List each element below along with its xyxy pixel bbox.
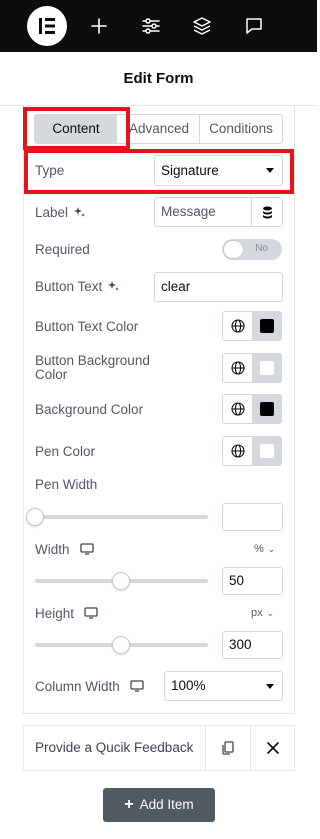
color-swatch[interactable] — [260, 361, 274, 375]
height-label-text: Height — [35, 606, 75, 621]
chevron-down-icon: ⌄ — [267, 544, 276, 554]
globe-icon — [231, 402, 245, 416]
button-text-color-label: Button Text Color — [35, 319, 139, 334]
database-icon — [263, 206, 272, 219]
highlight-box-type — [24, 149, 294, 194]
color-swatch[interactable] — [260, 402, 274, 416]
tab-advanced[interactable]: Advanced — [121, 115, 197, 143]
pen-width-slider[interactable] — [35, 515, 208, 519]
button-bg-color-label-line2: Color — [35, 367, 68, 382]
label-field-label: Label — [35, 205, 86, 220]
background-color-label: Background Color — [35, 402, 144, 417]
close-icon — [267, 742, 279, 754]
sliders-icon[interactable] — [139, 14, 163, 38]
pen-color-control[interactable] — [222, 436, 282, 466]
global-colors-button[interactable] — [223, 395, 252, 423]
width-unit-select[interactable]: % ⌄ — [254, 543, 275, 555]
color-swatch[interactable] — [260, 319, 274, 333]
duplicate-button[interactable] — [205, 726, 250, 770]
height-unit: px — [251, 607, 263, 619]
button-bg-color-label: Button Background Color — [35, 354, 150, 382]
global-colors-button[interactable] — [223, 354, 252, 382]
background-color-control[interactable] — [222, 394, 282, 424]
width-label: Width — [35, 542, 94, 557]
pen-color-label: Pen Color — [35, 444, 96, 459]
label-input[interactable]: Message — [154, 197, 252, 227]
ai-sparkle-icon[interactable] — [73, 206, 86, 218]
ai-sparkle-icon[interactable] — [107, 280, 120, 292]
button-text-input[interactable]: clear — [154, 272, 283, 302]
height-input[interactable]: 300 — [222, 631, 283, 659]
height-slider-handle[interactable] — [112, 636, 130, 654]
page-title: Edit Form — [0, 52, 317, 106]
button-text-color-control[interactable] — [222, 311, 282, 341]
global-colors-button[interactable] — [223, 312, 252, 340]
column-width-select[interactable]: 100% — [164, 671, 283, 701]
add-item-button[interactable]: + Add Item — [103, 788, 215, 822]
button-text-label-text: Button Text — [35, 279, 103, 294]
chevron-down-icon — [266, 684, 274, 689]
dynamic-tags-button[interactable] — [251, 197, 283, 227]
color-swatch[interactable] — [260, 444, 274, 458]
button-text-value: clear — [161, 279, 191, 294]
toggle-knob — [223, 240, 244, 259]
tab-conditions[interactable]: Conditions — [200, 115, 282, 143]
desktop-icon[interactable] — [130, 680, 144, 692]
height-value: 300 — [229, 637, 252, 652]
global-colors-button[interactable] — [223, 437, 252, 465]
elementor-logo-icon[interactable] — [27, 6, 67, 46]
button-bg-color-control[interactable] — [222, 353, 282, 383]
plus-icon: + — [124, 796, 134, 813]
required-label: Required — [35, 242, 90, 257]
copy-icon — [222, 741, 234, 755]
chevron-down-icon: ⌄ — [266, 608, 275, 618]
button-bg-color-label-line1: Button Background — [35, 353, 150, 368]
repeater-item[interactable]: Provide a Qucik Feedback — [23, 725, 295, 771]
desktop-icon[interactable] — [79, 543, 94, 555]
plus-icon[interactable] — [87, 14, 111, 38]
add-item-label: Add Item — [139, 797, 194, 812]
globe-icon — [231, 361, 245, 375]
top-bar — [0, 0, 317, 52]
desktop-icon[interactable] — [84, 607, 98, 619]
column-width-value: 100% — [171, 678, 206, 693]
label-input-placeholder: Message — [161, 204, 216, 219]
width-unit: % — [254, 543, 264, 555]
pen-width-slider-handle[interactable] — [26, 508, 44, 526]
layers-icon[interactable] — [190, 14, 214, 38]
pen-width-input[interactable] — [222, 503, 283, 531]
highlight-box-content-tab — [23, 107, 130, 150]
height-label: Height — [35, 606, 98, 621]
width-value: 50 — [229, 573, 245, 588]
required-toggle[interactable]: No — [222, 239, 282, 260]
pen-width-label: Pen Width — [35, 477, 98, 492]
height-unit-select[interactable]: px ⌄ — [251, 607, 274, 619]
column-width-label-text: Column Width — [35, 679, 120, 694]
globe-icon — [231, 319, 245, 333]
globe-icon — [231, 444, 245, 458]
label-field-text: Label — [35, 205, 69, 220]
width-slider-handle[interactable] — [112, 572, 130, 590]
width-input[interactable]: 50 — [222, 567, 283, 595]
button-text-label: Button Text — [35, 279, 120, 294]
toggle-text: No — [255, 243, 268, 254]
column-width-label: Column Width — [35, 679, 144, 694]
chat-icon[interactable] — [242, 14, 266, 38]
width-label-text: Width — [35, 542, 70, 557]
remove-button[interactable] — [250, 726, 295, 770]
repeater-item-title: Provide a Qucik Feedback — [35, 740, 194, 755]
